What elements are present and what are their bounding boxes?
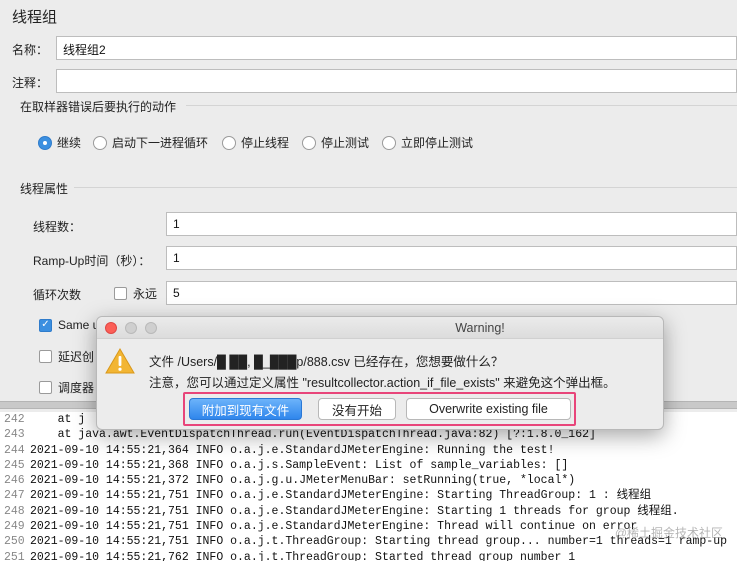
loop-count-label: 循环次数	[33, 288, 82, 302]
overwrite-file-button[interactable]: Overwrite existing file	[406, 398, 571, 420]
section-divider	[74, 187, 737, 188]
log-line-number: 250	[4, 535, 25, 549]
log-line-number: 251	[4, 550, 25, 561]
loop-count-field[interactable]: 5	[166, 281, 737, 305]
rampup-field[interactable]: 1	[166, 246, 737, 270]
forever-label: 永远	[133, 287, 158, 301]
same-user-checkbox[interactable]: ✓ Same u	[39, 318, 99, 332]
name-label: 名称：	[12, 43, 49, 57]
radio-stop-test[interactable]: 停止测试	[302, 134, 369, 151]
radio-stop-thread[interactable]: 停止线程	[222, 134, 289, 151]
log-line-number: 243	[4, 428, 25, 442]
log-line-number: 249	[4, 520, 25, 534]
forever-checkbox[interactable]: 永远	[114, 285, 157, 302]
section-divider	[186, 105, 737, 106]
comment-label: 注释：	[12, 76, 49, 90]
log-line-number: 246	[4, 474, 25, 488]
log-line: 245 2021-09-10 14:55:21,368 INFO o.a.j.s.…	[0, 458, 737, 473]
dialog-title: Warning!	[455, 321, 505, 335]
dialog-message-note: 注意，您可以通过定义属性 "resultcollector.action_if_…	[149, 376, 616, 390]
radio-stop-test-dot[interactable]	[302, 135, 316, 150]
radio-stop-thread-dot[interactable]	[222, 135, 236, 150]
delay-create-checkbox[interactable]: 延迟创	[39, 348, 94, 365]
log-line-text: 2021-09-10 14:55:21,751 INFO o.a.j.e.Sta…	[30, 504, 679, 518]
radio-continue-label: 继续	[57, 136, 82, 150]
radio-stop-test-now[interactable]: 立即停止测试	[382, 134, 473, 151]
radio-start-next-loop-dot[interactable]	[93, 135, 107, 150]
log-line: 247 2021-09-10 14:55:21,751 INFO o.a.j.e.…	[0, 488, 737, 503]
log-line: 248 2021-09-10 14:55:21,751 INFO o.a.j.e.…	[0, 504, 737, 519]
log-line-text: 2021-09-10 14:55:21,368 INFO o.a.j.s.Sam…	[30, 458, 569, 472]
comment-field[interactable]	[56, 69, 737, 93]
log-line-text: 2021-09-10 14:55:21,751 INFO o.a.j.e.Sta…	[30, 489, 652, 503]
radio-stop-test-label: 停止测试	[321, 136, 370, 150]
same-user-checkbox-box[interactable]: ✓	[39, 318, 52, 332]
error-action-section-title: 在取样器错误后要执行的动作	[20, 100, 177, 114]
radio-start-next-loop-label: 启动下一进程循环	[112, 136, 209, 150]
warning-icon	[105, 348, 135, 374]
log-line-text: 2021-09-10 14:55:21,372 INFO o.a.j.g.u.J…	[30, 474, 576, 488]
forever-checkbox-box[interactable]	[114, 287, 127, 300]
rampup-label: Ramp-Up时间（秒）：	[33, 254, 151, 268]
page-title: 线程组	[12, 9, 58, 26]
log-line: 244 2021-09-10 14:55:21,364 INFO o.a.j.e.…	[0, 443, 737, 458]
append-to-file-button[interactable]: 附加到现有文件	[189, 398, 302, 420]
scheduler-label: 调度器	[58, 381, 95, 395]
thread-props-section-title: 线程属性	[20, 182, 69, 196]
log-line-number: 242	[4, 413, 25, 426]
jmeter-thread-group-window: 线程组 名称： 线程组2 注释： 在取样器错误后要执行的动作 继续 启动下一进程…	[0, 0, 737, 561]
scheduler-checkbox-box[interactable]	[39, 381, 52, 394]
delay-create-checkbox-box[interactable]	[39, 350, 52, 363]
same-user-label: Same u	[58, 318, 100, 332]
dialog-titlebar[interactable]: Warning!	[97, 317, 663, 339]
log-line-text: 2021-09-10 14:55:21,762 INFO o.a.j.t.Thr…	[30, 550, 576, 561]
log-line-number: 247	[4, 489, 25, 503]
delay-create-label: 延迟创	[58, 350, 95, 364]
name-field[interactable]: 线程组2	[56, 36, 737, 60]
radio-stop-thread-label: 停止线程	[241, 136, 290, 150]
watermark: @稀土掘金技术社区	[614, 526, 723, 540]
radio-stop-test-now-label: 立即停止测试	[401, 136, 474, 150]
radio-start-next-loop[interactable]: 启动下一进程循环	[93, 134, 208, 151]
do-not-start-button[interactable]: 没有开始	[318, 398, 396, 420]
log-line: 251 2021-09-10 14:55:21,762 INFO o.a.j.t.…	[0, 550, 737, 561]
log-line-number: 248	[4, 504, 25, 518]
radio-stop-test-now-dot[interactable]	[382, 135, 396, 150]
warning-dialog: Warning! 文件 /Users/█ ██, █_███p/888.csv …	[96, 316, 664, 430]
threads-field[interactable]: 1	[166, 212, 737, 236]
log-line-number: 245	[4, 458, 25, 472]
scheduler-checkbox[interactable]: 调度器	[39, 379, 94, 396]
radio-continue[interactable]: 继续	[38, 134, 81, 151]
threads-label: 线程数：	[33, 220, 82, 234]
log-line-number: 244	[4, 443, 25, 457]
log-line-text: 2021-09-10 14:55:21,364 INFO o.a.j.e.Sta…	[30, 443, 555, 457]
log-line: 246 2021-09-10 14:55:21,372 INFO o.a.j.g.…	[0, 473, 737, 488]
dialog-message-file: 文件 /Users/█ ██, █_███p/888.csv 已经存在，您想要做…	[149, 355, 504, 369]
radio-continue-dot[interactable]	[38, 135, 52, 150]
